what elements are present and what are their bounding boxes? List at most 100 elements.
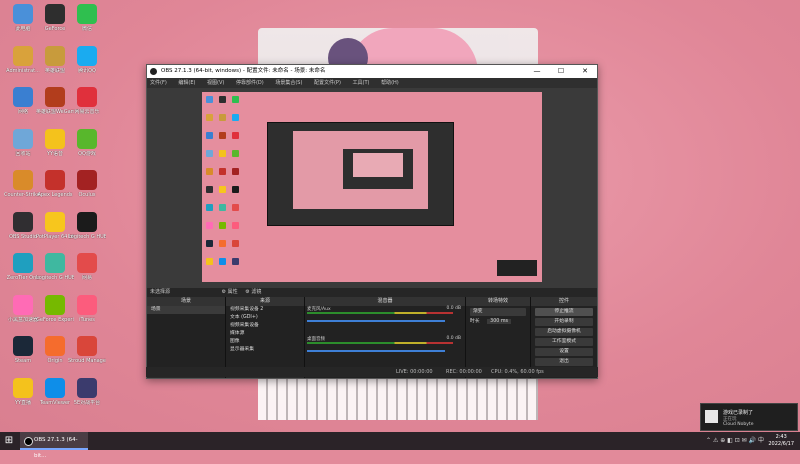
source-item[interactable]: 显示器采集 <box>226 346 304 354</box>
preview-icon-tile <box>232 258 239 265</box>
transition-select[interactable]: 渐变 <box>470 308 526 316</box>
live-timer: LIVE: 00:00:00 <box>396 369 433 375</box>
menu-edit[interactable]: 编辑(E) <box>178 80 195 86</box>
scene-item[interactable]: 场景 <box>147 306 225 314</box>
desktop-channel-level: 0.0 dB <box>446 336 461 341</box>
desktop-icon-glyph <box>13 128 33 149</box>
source-item[interactable]: 图像 <box>226 338 304 346</box>
clock[interactable]: 2:43 2022/6/17 <box>768 434 794 448</box>
settings-button[interactable]: 设置 <box>535 348 593 356</box>
desktop-icon-glyph <box>77 4 97 24</box>
desktop-icon[interactable]: 腾讯QQ <box>68 45 106 86</box>
desktop-icon-label: iTunes <box>79 316 95 323</box>
desktop-icon[interactable]: Stroud Manager <box>68 336 106 376</box>
transitions-dock-title: 转场特效 <box>466 297 530 306</box>
preview-icon-tile <box>219 204 226 211</box>
desktop-icon-glyph <box>45 211 65 232</box>
desktop-level-meter <box>307 342 453 344</box>
desktop-icon-label: 腾讯QQ <box>78 67 96 74</box>
menu-view[interactable]: 视图(V) <box>207 80 224 86</box>
desktop-icon[interactable]: 网易云音乐 <box>68 87 106 127</box>
mic-channel-level: 0.0 dB <box>446 306 461 311</box>
menu-help[interactable]: 帮助(H) <box>381 80 399 86</box>
desktop-icon[interactable]: 网易 <box>68 253 106 293</box>
preview-area <box>147 88 597 288</box>
preview-icon-tile <box>232 240 239 247</box>
preview-canvas[interactable] <box>202 92 542 282</box>
notification-toast[interactable]: 游戏已录制了 正在玩 Cloud Nobyte <box>700 403 798 431</box>
properties-button[interactable]: ⚙ 属性 <box>222 289 238 295</box>
taskbar-obs-button[interactable]: OBS 27.1.3 (64-bit... <box>20 432 88 459</box>
rec-timer: REC: 00:00:00 <box>446 369 482 375</box>
mixer-dock: 混音器 麦克风/Aux 0.0 dB 桌面音频 0.0 dB <box>305 297 466 378</box>
desktop-icon-glyph <box>13 294 33 315</box>
studio-mode-button[interactable]: 工作室模式 <box>535 338 593 346</box>
minimize-button[interactable]: — <box>525 65 549 78</box>
desktop-icon-glyph <box>13 377 33 398</box>
preview-icon-tile <box>219 96 226 103</box>
scenes-dock-title: 场景 <box>147 297 225 306</box>
start-recording-button[interactable]: 开始录制 <box>535 318 593 326</box>
desktop-icon-glyph <box>45 253 65 273</box>
desktop-icon-label: Logitech G HUB <box>68 233 106 240</box>
desktop-icon-glyph <box>45 336 65 356</box>
desktop-icon-label: QQ游戏 <box>78 150 96 157</box>
start-button[interactable]: ⊞ <box>0 432 18 450</box>
preview-icon-tile <box>232 132 239 139</box>
desktop-icon-glyph <box>45 377 65 398</box>
stop-streaming-button[interactable]: 停止推流 <box>535 308 593 316</box>
maximize-button[interactable]: ☐ <box>549 65 573 78</box>
preview-icon-tile <box>232 186 239 193</box>
desktop-icon-glyph <box>45 87 65 107</box>
desktop-icon-glyph <box>77 336 97 356</box>
menu-file[interactable]: 文件(F) <box>150 80 167 86</box>
notification-title: 游戏已录制了 <box>723 410 754 416</box>
menu-scene-collection[interactable]: 场景集合(S) <box>275 80 302 86</box>
preview-icon-tile <box>206 96 213 103</box>
source-item[interactable]: 视频采集设备 <box>226 322 304 330</box>
preview-icon-tile <box>219 114 226 121</box>
filters-button[interactable]: ⚙ 滤镜 <box>245 289 261 295</box>
desktop-icon[interactable]: Logitech G HUB <box>68 211 106 252</box>
desktop-icon[interactable]: Oculus <box>68 170 106 210</box>
taskbar-obs-label: OBS 27.1.3 (64-bit... <box>34 437 78 459</box>
transition-duration-row: 时长 300 ms <box>466 318 530 326</box>
desktop-icon[interactable]: 5E对战平台 <box>68 377 106 418</box>
scenes-dock: 场景 场景 + − ∧ ∨ <box>147 297 226 378</box>
desktop-icon-label: 5E对战平台 <box>73 399 101 406</box>
start-virtual-camera-button[interactable]: 启动虚拟摄像机 <box>535 328 593 336</box>
desktop-icon[interactable]: iTunes <box>68 294 106 335</box>
clock-time: 2:43 <box>775 434 787 440</box>
sources-dock: 来源 视频采集设备 2 文本 (GDI+) 视频采集设备 媒体源 图像 显示器采… <box>226 297 305 378</box>
no-source-selected-label: 未选择源 <box>150 289 171 295</box>
desktop-volume-slider[interactable] <box>307 350 445 352</box>
desktop-icon-glyph <box>77 377 97 398</box>
desktop-icon-label: 网易 <box>81 275 92 281</box>
mic-volume-slider[interactable] <box>307 320 445 322</box>
close-button[interactable]: ✕ <box>573 65 597 78</box>
desktop-icon[interactable]: QQ游戏 <box>68 128 106 169</box>
source-item[interactable]: 文本 (GDI+) <box>226 314 304 322</box>
desktop-icon-glyph <box>13 87 33 107</box>
preview-icon-tile <box>232 96 239 103</box>
system-tray[interactable]: ⌃ ⚠ ⊕ ◧ ⊡ ✉ 🔊 中 <box>706 432 764 450</box>
obs-menubar: 文件(F) 编辑(E) 视图(V) 停靠部件(D) 场景集合(S) 配置文件(P… <box>147 78 597 88</box>
clock-date: 2022/6/17 <box>768 441 794 447</box>
desktop-icon[interactable]: 微信 <box>68 4 106 44</box>
duration-input[interactable]: 300 ms <box>487 319 511 324</box>
menu-profile[interactable]: 配置文件(P) <box>314 80 341 86</box>
exit-button[interactable]: 退出 <box>535 358 593 366</box>
desktop-icon-glyph <box>45 4 65 24</box>
desktop-icon-glyph <box>45 45 65 66</box>
source-item[interactable]: 媒体源 <box>226 330 304 338</box>
controls-dock: 控件 停止推流 开始录制 启动虚拟摄像机 工作室模式 设置 退出 <box>531 297 597 378</box>
obs-window[interactable]: OBS 27.1.3 (64-bit, windows) - 配置文件: 未命名… <box>146 64 598 379</box>
preview-icon-tile <box>206 240 213 247</box>
obs-titlebar[interactable]: OBS 27.1.3 (64-bit, windows) - 配置文件: 未命名… <box>147 65 597 78</box>
notification-app-icon <box>705 410 718 423</box>
desktop-icon-glyph <box>77 170 97 190</box>
preview-icon-tile <box>219 186 226 193</box>
menu-tools[interactable]: 工具(T) <box>353 80 370 86</box>
menu-docks[interactable]: 停靠部件(D) <box>236 80 264 86</box>
source-item[interactable]: 视频采集设备 2 <box>226 306 304 314</box>
